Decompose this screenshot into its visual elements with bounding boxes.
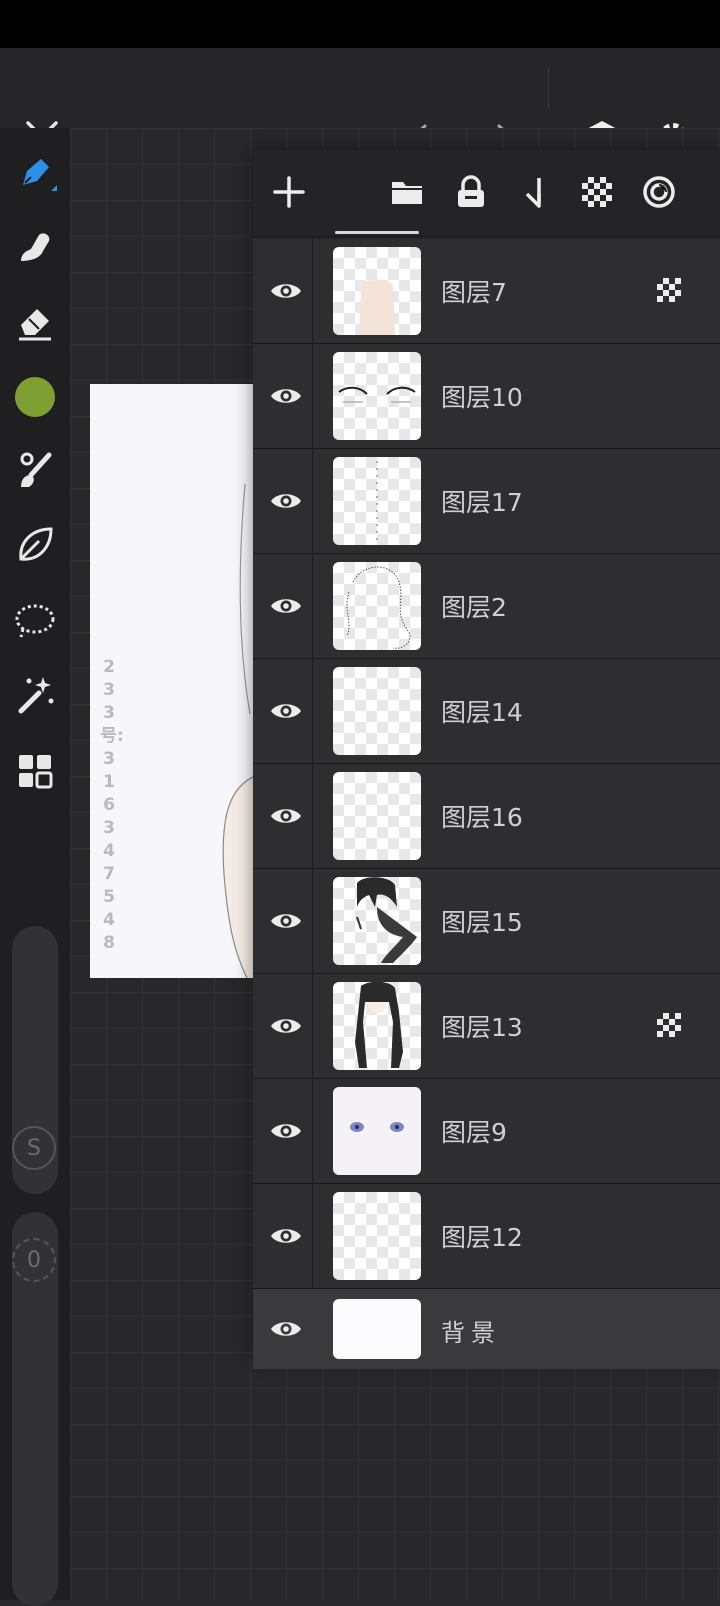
row-divider [312, 1184, 313, 1288]
layer-row[interactable]: 图层16 [253, 764, 720, 869]
layer-name: 图层10 [441, 383, 523, 412]
canvas-paper[interactable]: 233号:316347548 [90, 384, 255, 978]
row-divider [312, 554, 313, 658]
layer-thumbnail[interactable] [333, 247, 421, 335]
row-divider [312, 869, 313, 973]
layer-row[interactable]: 图层15 [253, 869, 720, 974]
layer-row[interactable]: 图层12 [253, 1184, 720, 1289]
brush-icon[interactable] [10, 446, 60, 496]
pen-tool-icon[interactable] [10, 148, 60, 198]
layers-toolbar [253, 150, 720, 237]
layer-name: 图层7 [441, 278, 507, 307]
eye-icon[interactable] [266, 586, 306, 626]
row-divider [312, 974, 313, 1078]
eye-icon[interactable] [266, 481, 306, 521]
lock-icon[interactable] [449, 170, 493, 214]
row-divider [312, 449, 313, 553]
eye-icon[interactable] [266, 691, 306, 731]
layer-thumbnail[interactable] [333, 457, 421, 545]
layer-thumbnail[interactable] [333, 1192, 421, 1280]
magic-wand-icon[interactable] [10, 670, 60, 720]
canvas-side-text: 233号:316347548 [100, 657, 124, 953]
eye-icon[interactable] [266, 1006, 306, 1046]
layer-name: 图层16 [441, 803, 523, 832]
layer-name: 图层17 [441, 488, 523, 517]
merge-down-icon[interactable] [513, 170, 557, 214]
smudge-tool-icon[interactable] [10, 222, 60, 272]
layers-panel: 图层7 图层10 图层17 图层2 图层14 图层16 图层15 图层13 图层… [253, 150, 720, 1369]
layer-thumbnail[interactable] [333, 562, 421, 650]
status-bar [0, 0, 720, 48]
layer-name: 图层15 [441, 908, 523, 937]
row-divider [312, 1079, 313, 1183]
layer-row[interactable]: 图层14 [253, 659, 720, 764]
background-layer-row[interactable]: 背景 [253, 1289, 720, 1369]
eye-icon[interactable] [266, 1216, 306, 1256]
opacity-knob[interactable]: 0 [12, 1238, 56, 1282]
eye-icon[interactable] [266, 271, 306, 311]
layer-thumbnail[interactable] [333, 1299, 421, 1359]
eye-icon[interactable] [266, 1111, 306, 1151]
layer-row[interactable]: 图层9 [253, 1079, 720, 1184]
layer-name: 图层14 [441, 698, 523, 727]
layer-thumbnail[interactable] [333, 1087, 421, 1175]
layer-list: 图层7 图层10 图层17 图层2 图层14 图层16 图层15 图层13 图层… [253, 239, 720, 1369]
layer-name: 图层2 [441, 593, 507, 622]
scroll-indicator [335, 231, 419, 234]
layer-row[interactable]: 图层2 [253, 554, 720, 659]
top-bar [0, 48, 720, 154]
layer-thumbnail[interactable] [333, 982, 421, 1070]
topbar-divider [548, 66, 549, 110]
layer-row[interactable]: 图层17 [253, 449, 720, 554]
checker-badge-icon[interactable] [656, 1012, 682, 1038]
layer-thumbnail[interactable] [333, 772, 421, 860]
left-toolbar: S 0 [0, 128, 70, 1606]
grid-icon[interactable] [10, 746, 60, 796]
layer-name: 图层12 [441, 1223, 523, 1252]
brush-size-knob[interactable]: S [12, 1126, 56, 1170]
row-divider [312, 764, 313, 868]
eye-icon[interactable] [266, 376, 306, 416]
row-divider [312, 344, 313, 448]
layer-thumbnail[interactable] [333, 667, 421, 755]
layer-name: 图层9 [441, 1118, 507, 1147]
checker-badge-icon[interactable] [656, 277, 682, 303]
layer-thumbnail[interactable] [333, 877, 421, 965]
folder-icon[interactable] [385, 170, 429, 214]
lasso-icon[interactable] [10, 596, 60, 646]
layer-row[interactable]: 图层13 [253, 974, 720, 1079]
eye-icon[interactable] [266, 901, 306, 941]
layer-name: 图层13 [441, 1013, 523, 1042]
checker-icon[interactable] [575, 170, 619, 214]
eraser-icon[interactable] [10, 296, 60, 346]
row-divider [312, 659, 313, 763]
add-layer-icon[interactable] [267, 170, 311, 214]
row-divider [312, 239, 313, 343]
eye-icon[interactable] [266, 1309, 306, 1349]
layer-thumbnail[interactable] [333, 352, 421, 440]
layer-row[interactable]: 图层10 [253, 344, 720, 449]
leaf-icon[interactable] [10, 520, 60, 570]
blend-icon[interactable] [637, 170, 681, 214]
layer-name: 背景 [441, 1319, 501, 1347]
eye-icon[interactable] [266, 796, 306, 836]
layer-row[interactable]: 图层7 [253, 239, 720, 344]
color-swatch[interactable] [10, 372, 60, 422]
